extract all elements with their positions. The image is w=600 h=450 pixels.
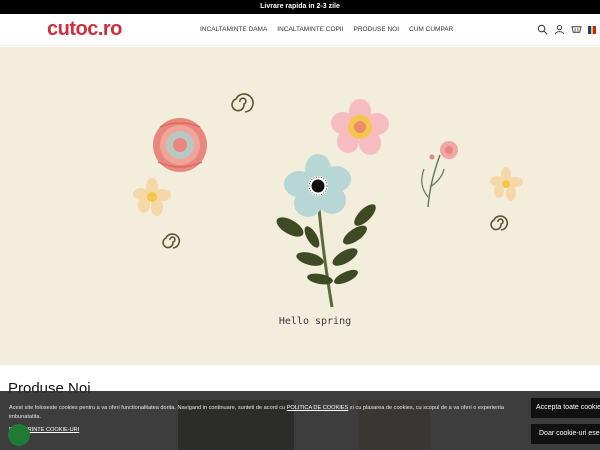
yellow-flower-left [133,178,171,216]
site-logo[interactable]: cutoc.ro [47,18,122,41]
chat-icon[interactable] [8,424,30,446]
flag-icon[interactable] [588,25,597,34]
essential-cookies-button[interactable]: Doar cookie-uri esentiale [531,424,600,444]
main-blue-flower [276,154,376,308]
nav-item-copii[interactable]: INCALTAMINTE COPII [277,26,343,33]
cookie-text: Acest site foloseste cookies pentru a va… [9,404,524,422]
hero-caption: Hello spring [278,316,352,327]
accept-all-cookies-button[interactable]: Accepta toate cookie-urile [531,398,600,418]
coral-flower [153,118,207,172]
cookie-banner: Acest site foloseste cookies pentru a va… [0,391,600,450]
small-stem-flower [421,141,458,208]
yellow-flower-right [490,167,523,201]
header-icons [537,24,597,35]
nav-item-dama[interactable]: INCALTAMINTE DAMA [200,26,267,33]
cookie-text-before: Acest site foloseste cookies pentru a va… [9,405,287,411]
promo-bar: Livrare rapida in 2-3 zile [0,0,600,14]
promo-text: Livrare rapida in 2-3 zile [260,3,340,10]
nav-item-cum-cumpar[interactable]: CUM CUMPAR [409,26,453,33]
nav-item-produse-noi[interactable]: PRODUSE NOI [354,26,400,33]
cookie-policy-link[interactable]: POLITICA DE COOKIES [287,405,349,411]
search-icon[interactable] [537,24,548,35]
main-nav: INCALTAMINTE DAMA INCALTAMINTE COPII PRO… [200,26,453,33]
site-header: cutoc.ro INCALTAMINTE DAMA INCALTAMINTE … [0,14,600,46]
hero-banner[interactable]: Hello spring [0,47,600,365]
user-icon[interactable] [554,24,565,35]
cart-icon[interactable] [571,24,582,35]
pink-flower [331,99,389,155]
